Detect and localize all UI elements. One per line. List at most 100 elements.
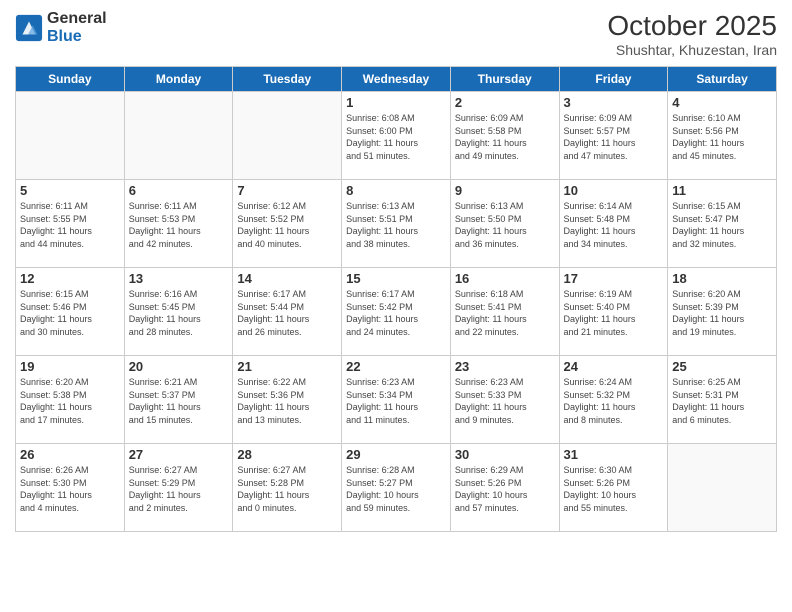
day-number: 12 bbox=[20, 271, 120, 286]
day-number: 4 bbox=[672, 95, 772, 110]
day-info: Sunrise: 6:22 AMSunset: 5:36 PMDaylight:… bbox=[237, 376, 337, 426]
day-info: Sunrise: 6:19 AMSunset: 5:40 PMDaylight:… bbox=[564, 288, 664, 338]
day-header-friday: Friday bbox=[559, 67, 668, 92]
calendar-cell: 12 Sunrise: 6:15 AMSunset: 5:46 PMDayligh… bbox=[16, 268, 125, 356]
day-info: Sunrise: 6:29 AMSunset: 5:26 PMDaylight:… bbox=[455, 464, 555, 514]
day-info: Sunrise: 6:24 AMSunset: 5:32 PMDaylight:… bbox=[564, 376, 664, 426]
day-number: 5 bbox=[20, 183, 120, 198]
calendar-cell: 5 Sunrise: 6:11 AMSunset: 5:55 PMDaylight… bbox=[16, 180, 125, 268]
day-number: 16 bbox=[455, 271, 555, 286]
day-info: Sunrise: 6:11 AMSunset: 5:55 PMDaylight:… bbox=[20, 200, 120, 250]
calendar-cell: 25Sunrise: 6:25 AMSunset: 5:31 PMDayligh… bbox=[668, 356, 777, 444]
calendar-cell: 10 Sunrise: 6:14 AMSunset: 5:48 PMDayligh… bbox=[559, 180, 668, 268]
day-info: Sunrise: 6:09 AMSunset: 5:58 PMDaylight:… bbox=[455, 112, 555, 162]
day-info: Sunrise: 6:10 AMSunset: 5:56 PMDaylight:… bbox=[672, 112, 772, 162]
day-number: 22 bbox=[346, 359, 446, 374]
calendar-cell bbox=[668, 444, 777, 532]
day-number: 1 bbox=[346, 95, 446, 110]
day-info: Sunrise: 6:16 AMSunset: 5:45 PMDaylight:… bbox=[129, 288, 229, 338]
day-info: Sunrise: 6:08 AMSunset: 6:00 PMDaylight:… bbox=[346, 112, 446, 162]
week-row-4: 19Sunrise: 6:20 AMSunset: 5:38 PMDayligh… bbox=[16, 356, 777, 444]
day-number: 31 bbox=[564, 447, 664, 462]
day-info: Sunrise: 6:23 AMSunset: 5:34 PMDaylight:… bbox=[346, 376, 446, 426]
day-info: Sunrise: 6:28 AMSunset: 5:27 PMDaylight:… bbox=[346, 464, 446, 514]
title-section: October 2025 Shushtar, Khuzestan, Iran bbox=[607, 10, 777, 58]
day-info: Sunrise: 6:15 AMSunset: 5:47 PMDaylight:… bbox=[672, 200, 772, 250]
calendar-cell: 18Sunrise: 6:20 AMSunset: 5:39 PMDayligh… bbox=[668, 268, 777, 356]
day-header-wednesday: Wednesday bbox=[342, 67, 451, 92]
calendar-cell: 24 Sunrise: 6:24 AMSunset: 5:32 PMDayligh… bbox=[559, 356, 668, 444]
day-info: Sunrise: 6:11 AMSunset: 5:53 PMDaylight:… bbox=[129, 200, 229, 250]
day-number: 13 bbox=[129, 271, 229, 286]
day-info: Sunrise: 6:14 AMSunset: 5:48 PMDaylight:… bbox=[564, 200, 664, 250]
day-number: 2 bbox=[455, 95, 555, 110]
day-info: Sunrise: 6:17 AMSunset: 5:44 PMDaylight:… bbox=[237, 288, 337, 338]
day-info: Sunrise: 6:30 AMSunset: 5:26 PMDaylight:… bbox=[564, 464, 664, 514]
day-info: Sunrise: 6:15 AMSunset: 5:46 PMDaylight:… bbox=[20, 288, 120, 338]
calendar-cell: 7Sunrise: 6:12 AMSunset: 5:52 PMDaylight… bbox=[233, 180, 342, 268]
day-number: 20 bbox=[129, 359, 229, 374]
calendar-cell: 29 Sunrise: 6:28 AMSunset: 5:27 PMDayligh… bbox=[342, 444, 451, 532]
day-number: 24 bbox=[564, 359, 664, 374]
calendar-cell: 30 Sunrise: 6:29 AMSunset: 5:26 PMDayligh… bbox=[450, 444, 559, 532]
week-row-5: 26 Sunrise: 6:26 AMSunset: 5:30 PMDayligh… bbox=[16, 444, 777, 532]
day-number: 17 bbox=[564, 271, 664, 286]
day-number: 29 bbox=[346, 447, 446, 462]
calendar-cell: 2 Sunrise: 6:09 AMSunset: 5:58 PMDaylight… bbox=[450, 92, 559, 180]
calendar-cell bbox=[124, 92, 233, 180]
calendar-cell: 28 Sunrise: 6:27 AMSunset: 5:28 PMDayligh… bbox=[233, 444, 342, 532]
calendar-cell: 23Sunrise: 6:23 AMSunset: 5:33 PMDayligh… bbox=[450, 356, 559, 444]
day-number: 8 bbox=[346, 183, 446, 198]
day-header-sunday: Sunday bbox=[16, 67, 125, 92]
calendar-cell: 6Sunrise: 6:11 AMSunset: 5:53 PMDaylight… bbox=[124, 180, 233, 268]
calendar-cell: 21 Sunrise: 6:22 AMSunset: 5:36 PMDayligh… bbox=[233, 356, 342, 444]
day-number: 3 bbox=[564, 95, 664, 110]
day-info: Sunrise: 6:09 AMSunset: 5:57 PMDaylight:… bbox=[564, 112, 664, 162]
day-info: Sunrise: 6:20 AMSunset: 5:39 PMDaylight:… bbox=[672, 288, 772, 338]
day-info: Sunrise: 6:26 AMSunset: 5:30 PMDaylight:… bbox=[20, 464, 120, 514]
calendar-cell: 16 Sunrise: 6:18 AMSunset: 5:41 PMDayligh… bbox=[450, 268, 559, 356]
calendar: SundayMondayTuesdayWednesdayThursdayFrid… bbox=[15, 66, 777, 532]
day-number: 14 bbox=[237, 271, 337, 286]
calendar-cell: 1 Sunrise: 6:08 AMSunset: 6:00 PMDaylight… bbox=[342, 92, 451, 180]
day-info: Sunrise: 6:13 AMSunset: 5:51 PMDaylight:… bbox=[346, 200, 446, 250]
logo: General Blue bbox=[15, 10, 107, 45]
day-number: 21 bbox=[237, 359, 337, 374]
week-row-1: 1 Sunrise: 6:08 AMSunset: 6:00 PMDaylight… bbox=[16, 92, 777, 180]
calendar-cell: 4 Sunrise: 6:10 AMSunset: 5:56 PMDaylight… bbox=[668, 92, 777, 180]
logo-blue-text: Blue bbox=[47, 28, 107, 46]
calendar-cell: 20 Sunrise: 6:21 AMSunset: 5:37 PMDayligh… bbox=[124, 356, 233, 444]
calendar-cell: 19Sunrise: 6:20 AMSunset: 5:38 PMDayligh… bbox=[16, 356, 125, 444]
month-title: October 2025 bbox=[607, 10, 777, 42]
day-number: 23 bbox=[455, 359, 555, 374]
day-number: 26 bbox=[20, 447, 120, 462]
calendar-cell: 13 Sunrise: 6:16 AMSunset: 5:45 PMDayligh… bbox=[124, 268, 233, 356]
day-number: 28 bbox=[237, 447, 337, 462]
day-number: 11 bbox=[672, 183, 772, 198]
calendar-cell: 3 Sunrise: 6:09 AMSunset: 5:57 PMDaylight… bbox=[559, 92, 668, 180]
day-info: Sunrise: 6:27 AMSunset: 5:28 PMDaylight:… bbox=[237, 464, 337, 514]
day-number: 9 bbox=[455, 183, 555, 198]
logo-general-text: General bbox=[47, 10, 107, 28]
page-header: General Blue October 2025 Shushtar, Khuz… bbox=[15, 10, 777, 58]
calendar-cell bbox=[16, 92, 125, 180]
day-info: Sunrise: 6:13 AMSunset: 5:50 PMDaylight:… bbox=[455, 200, 555, 250]
calendar-cell: 14 Sunrise: 6:17 AMSunset: 5:44 PMDayligh… bbox=[233, 268, 342, 356]
day-number: 30 bbox=[455, 447, 555, 462]
day-number: 27 bbox=[129, 447, 229, 462]
calendar-cell: 26 Sunrise: 6:26 AMSunset: 5:30 PMDayligh… bbox=[16, 444, 125, 532]
calendar-cell: 17 Sunrise: 6:19 AMSunset: 5:40 PMDayligh… bbox=[559, 268, 668, 356]
day-info: Sunrise: 6:18 AMSunset: 5:41 PMDaylight:… bbox=[455, 288, 555, 338]
day-info: Sunrise: 6:27 AMSunset: 5:29 PMDaylight:… bbox=[129, 464, 229, 514]
day-number: 10 bbox=[564, 183, 664, 198]
calendar-cell: 15Sunrise: 6:17 AMSunset: 5:42 PMDayligh… bbox=[342, 268, 451, 356]
week-row-3: 12 Sunrise: 6:15 AMSunset: 5:46 PMDayligh… bbox=[16, 268, 777, 356]
day-header-thursday: Thursday bbox=[450, 67, 559, 92]
day-info: Sunrise: 6:21 AMSunset: 5:37 PMDaylight:… bbox=[129, 376, 229, 426]
day-number: 25 bbox=[672, 359, 772, 374]
calendar-header-row: SundayMondayTuesdayWednesdayThursdayFrid… bbox=[16, 67, 777, 92]
calendar-cell bbox=[233, 92, 342, 180]
day-number: 19 bbox=[20, 359, 120, 374]
logo-icon bbox=[15, 14, 43, 42]
calendar-cell: 8 Sunrise: 6:13 AMSunset: 5:51 PMDaylight… bbox=[342, 180, 451, 268]
